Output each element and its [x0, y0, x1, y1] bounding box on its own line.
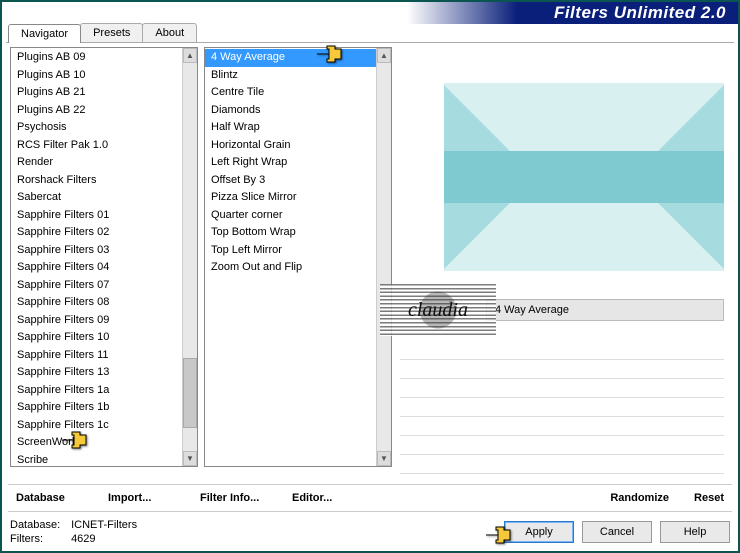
preview-pane: claudia 4 Way Average	[392, 47, 734, 482]
list-item[interactable]: Sabercat	[11, 189, 182, 207]
list-item[interactable]: Centre Tile	[205, 84, 376, 102]
list-item[interactable]: Top Left Mirror	[205, 242, 376, 260]
list-item[interactable]: Half Wrap	[205, 119, 376, 137]
list-item[interactable]: Sapphire Filters 03	[11, 242, 182, 260]
param-area	[400, 341, 724, 474]
param-row	[400, 398, 724, 417]
scrollbar[interactable]: ▲ ▼	[376, 48, 391, 466]
list-item[interactable]: Zoom Out and Flip	[205, 259, 376, 277]
list-item[interactable]: Plugins AB 09	[11, 49, 182, 67]
tab-navigator[interactable]: Navigator	[8, 24, 81, 43]
scroll-up-icon[interactable]: ▲	[377, 48, 391, 63]
current-filter-label: 4 Way Average	[486, 299, 724, 321]
list-item[interactable]: Diamonds	[205, 102, 376, 120]
filters-count-label: Filters:	[10, 532, 68, 546]
database-button[interactable]: Database	[14, 489, 106, 507]
tab-strip: Navigator Presets About	[8, 23, 738, 42]
list-item[interactable]: Pizza Slice Mirror	[205, 189, 376, 207]
list-item[interactable]: Sapphire Filters 08	[11, 294, 182, 312]
filter-list[interactable]: 4 Way AverageBlintzCentre TileDiamondsHa…	[204, 47, 392, 467]
param-row	[400, 455, 724, 474]
reset-button[interactable]: Reset	[671, 489, 726, 507]
list-item[interactable]: Sapphire Filters 04	[11, 259, 182, 277]
filter-info-button[interactable]: Filter Info...	[198, 489, 290, 507]
list-item[interactable]: Quarter corner	[205, 207, 376, 225]
list-item[interactable]: Scribe	[11, 452, 182, 467]
scroll-down-icon[interactable]: ▼	[377, 451, 391, 466]
list-item[interactable]: Sapphire Filters 13	[11, 364, 182, 382]
list-item[interactable]: RCS Filter Pak 1.0	[11, 137, 182, 155]
category-list[interactable]: Plugins AB 09Plugins AB 10Plugins AB 21P…	[10, 47, 198, 467]
main-panel: Plugins AB 09Plugins AB 10Plugins AB 21P…	[6, 42, 734, 482]
import-button[interactable]: Import...	[106, 489, 198, 507]
list-item[interactable]: 4 Way Average	[205, 49, 376, 67]
list-item[interactable]: Sapphire Filters 09	[11, 312, 182, 330]
tab-about[interactable]: About	[142, 23, 197, 42]
app-title: Filters Unlimited 2.0	[554, 3, 726, 23]
cancel-button[interactable]: Cancel	[582, 521, 652, 543]
list-item[interactable]: Sapphire Filters 10	[11, 329, 182, 347]
list-item[interactable]: Render	[11, 154, 182, 172]
param-row	[400, 379, 724, 398]
status-info: Database: ICNET-Filters Filters: 4629	[10, 518, 137, 546]
footer: Database: ICNET-Filters Filters: 4629 Ap…	[2, 514, 738, 546]
filter-preview	[444, 83, 724, 271]
list-item[interactable]: Offset By 3	[205, 172, 376, 190]
divider	[8, 511, 732, 512]
list-item[interactable]: Plugins AB 21	[11, 84, 182, 102]
database-label: Database:	[10, 518, 68, 532]
param-row	[400, 417, 724, 436]
list-item[interactable]: Top Bottom Wrap	[205, 224, 376, 242]
database-value: ICNET-Filters	[71, 519, 137, 531]
list-item[interactable]: Sapphire Filters 1a	[11, 382, 182, 400]
list-item[interactable]: ScreenWorks	[11, 434, 182, 452]
list-item[interactable]: Sapphire Filters 07	[11, 277, 182, 295]
list-item[interactable]: Blintz	[205, 67, 376, 85]
list-item[interactable]: Horizontal Grain	[205, 137, 376, 155]
scroll-up-icon[interactable]: ▲	[183, 48, 197, 63]
randomize-button[interactable]: Randomize	[589, 489, 671, 507]
list-item[interactable]: Rorshack Filters	[11, 172, 182, 190]
editor-button[interactable]: Editor...	[290, 489, 382, 507]
list-item[interactable]: Sapphire Filters 01	[11, 207, 182, 225]
param-row	[400, 436, 724, 455]
apply-button[interactable]: Apply	[504, 521, 574, 543]
list-item[interactable]: Psychosis	[11, 119, 182, 137]
list-item[interactable]: Left Right Wrap	[205, 154, 376, 172]
param-row	[400, 360, 724, 379]
filter-label-row: claudia 4 Way Average	[400, 281, 724, 339]
filters-count-value: 4629	[71, 533, 95, 545]
watermark-stamp: claudia	[380, 284, 496, 336]
scrollbar[interactable]: ▲ ▼	[182, 48, 197, 466]
param-row	[400, 341, 724, 360]
help-button[interactable]: Help	[660, 521, 730, 543]
footer-buttons: Apply Cancel Help	[504, 521, 730, 543]
tab-presets[interactable]: Presets	[80, 23, 143, 42]
command-row: Database Import... Filter Info... Editor…	[2, 487, 738, 509]
divider	[8, 484, 732, 485]
list-item[interactable]: Sapphire Filters 11	[11, 347, 182, 365]
scroll-thumb[interactable]	[183, 358, 197, 428]
scroll-down-icon[interactable]: ▼	[183, 451, 197, 466]
list-item[interactable]: Plugins AB 10	[11, 67, 182, 85]
list-item[interactable]: Sapphire Filters 1c	[11, 417, 182, 435]
list-item[interactable]: Sapphire Filters 1b	[11, 399, 182, 417]
title-bar: Filters Unlimited 2.0	[2, 2, 738, 24]
watermark-text: claudia	[408, 299, 468, 322]
list-item[interactable]: Plugins AB 22	[11, 102, 182, 120]
list-item[interactable]: Sapphire Filters 02	[11, 224, 182, 242]
